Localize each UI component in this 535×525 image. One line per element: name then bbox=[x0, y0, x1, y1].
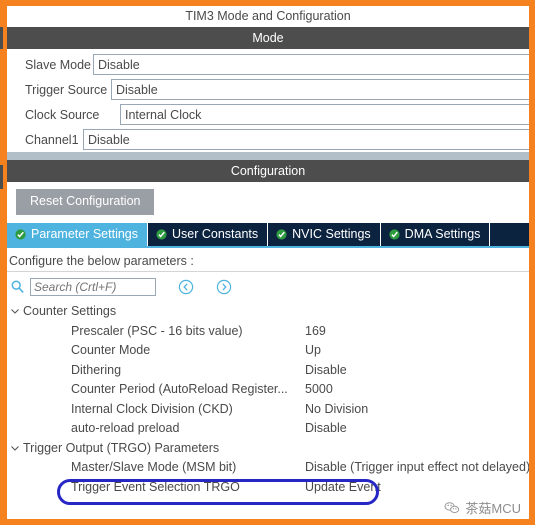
tree-group-trigger-output[interactable]: Trigger Output (TRGO) Parameters bbox=[7, 438, 529, 458]
configure-hint-label: Configure the below parameters : bbox=[7, 248, 529, 272]
trigger-source-combobox[interactable]: Disable bbox=[111, 79, 529, 100]
chevron-right-circle-icon[interactable] bbox=[216, 279, 232, 295]
section-divider-band bbox=[7, 152, 529, 160]
tree-item-counter-period-label: Counter Period (AutoReload Register... bbox=[71, 382, 288, 397]
tree-item-trigger-event-selection-label: Trigger Event Selection TRGO bbox=[71, 479, 240, 494]
tree-item-counter-mode-value[interactable]: Up bbox=[305, 343, 321, 357]
settings-tabbar: Parameter Settings User Constants NVIC Set… bbox=[7, 222, 529, 248]
slave-mode-label: Slave Mode bbox=[25, 57, 92, 72]
tree-item-auto-reload-preload-label: auto-reload preload bbox=[71, 421, 180, 436]
mode-row-channel1: Channel1 Disable bbox=[7, 127, 529, 152]
tree-group-counter-settings[interactable]: Counter Settings bbox=[7, 302, 529, 322]
tree-item-counter-period-value[interactable]: 5000 bbox=[305, 382, 333, 396]
chevron-down-icon[interactable] bbox=[7, 306, 23, 316]
mode-section-header: Mode bbox=[7, 27, 529, 49]
channel1-combobox[interactable]: Disable bbox=[83, 129, 529, 150]
tree-item-master-slave-mode-value[interactable]: Disable (Trigger input effect not delaye… bbox=[305, 460, 529, 474]
window-border-bottom bbox=[0, 519, 535, 525]
configuration-section-header: Configuration bbox=[7, 160, 529, 182]
search-input[interactable] bbox=[30, 277, 156, 296]
wechat-icon bbox=[444, 501, 460, 515]
tree-item-dithering-value[interactable]: Disable bbox=[305, 363, 347, 377]
clock-source-combobox[interactable]: Internal Clock bbox=[120, 104, 529, 125]
parameter-tree: Counter Settings Prescaler (PSC - 16 bits… bbox=[7, 300, 529, 497]
window-border-right bbox=[529, 0, 535, 525]
mode-section-body: Slave Mode Disable Trigger Source Disable Cl… bbox=[7, 49, 529, 152]
tree-item-counter-period[interactable]: Counter Period (AutoReload Register... 50… bbox=[7, 380, 529, 400]
trigger-source-label: Trigger Source bbox=[25, 82, 108, 97]
tab-user-constants[interactable]: User Constants bbox=[148, 222, 269, 246]
tree-item-dithering[interactable]: Dithering Disable bbox=[7, 360, 529, 380]
window-border-top bbox=[0, 0, 535, 6]
slave-mode-combobox[interactable]: Disable bbox=[93, 54, 529, 75]
tree-group-trigger-output-label: Trigger Output (TRGO) Parameters bbox=[23, 440, 220, 455]
watermark: 茶菇MCU bbox=[444, 498, 521, 517]
tab-dma-settings-label: DMA Settings bbox=[404, 227, 481, 241]
chevron-left-circle-icon[interactable] bbox=[178, 279, 194, 295]
clock-source-label: Clock Source bbox=[25, 107, 100, 122]
tree-item-clock-division-label: Internal Clock Division (CKD) bbox=[71, 401, 233, 416]
tab-nvic-settings-label: NVIC Settings bbox=[292, 227, 371, 241]
tab-nvic-settings[interactable]: NVIC Settings bbox=[268, 222, 381, 246]
check-circle-icon bbox=[15, 228, 26, 240]
tree-item-counter-mode[interactable]: Counter Mode Up bbox=[7, 341, 529, 361]
watermark-text: 茶菇MCU bbox=[465, 501, 521, 516]
check-circle-icon bbox=[276, 228, 287, 240]
tree-item-auto-reload-preload[interactable]: auto-reload preload Disable bbox=[7, 419, 529, 439]
panel-edge-marker-top bbox=[0, 27, 3, 49]
check-circle-icon bbox=[156, 228, 167, 240]
panel-edge-marker-middle bbox=[0, 165, 3, 189]
tree-item-dithering-label: Dithering bbox=[71, 362, 122, 377]
window-content: TIM3 Mode and Configuration Mode Slave M… bbox=[7, 6, 529, 519]
tab-dma-settings[interactable]: DMA Settings bbox=[380, 222, 491, 246]
reset-configuration-button[interactable]: Reset Configuration bbox=[16, 189, 155, 215]
tree-item-prescaler-value[interactable]: 169 bbox=[305, 324, 326, 338]
check-circle-icon bbox=[389, 228, 400, 240]
search-icon bbox=[11, 280, 24, 293]
tree-item-master-slave-mode-label: Master/Slave Mode (MSM bit) bbox=[71, 460, 237, 475]
chevron-down-icon[interactable] bbox=[7, 443, 23, 453]
mode-row-slave-mode: Slave Mode Disable bbox=[7, 52, 529, 77]
reset-button-area: Reset Configuration bbox=[7, 182, 529, 223]
tree-item-trigger-event-selection-value[interactable]: Update Event bbox=[305, 480, 381, 494]
tree-group-counter-settings-label: Counter Settings bbox=[23, 304, 117, 319]
tree-item-prescaler[interactable]: Prescaler (PSC - 16 bits value) 169 bbox=[7, 321, 529, 341]
window-border-left bbox=[0, 0, 7, 525]
mode-row-clock-source: Clock Source Internal Clock bbox=[7, 102, 529, 127]
tree-item-counter-mode-label: Counter Mode bbox=[71, 343, 151, 358]
tree-item-auto-reload-preload-value[interactable]: Disable bbox=[305, 421, 347, 435]
mode-row-trigger-source: Trigger Source Disable bbox=[7, 77, 529, 102]
tim3-configuration-window: TIM3 Mode and Configuration Mode Slave M… bbox=[0, 0, 535, 525]
window-title: TIM3 Mode and Configuration bbox=[7, 6, 529, 27]
tree-item-trigger-event-selection[interactable]: Trigger Event Selection TRGO Update Event bbox=[7, 477, 529, 497]
channel1-label: Channel1 bbox=[25, 132, 79, 147]
tab-user-constants-label: User Constants bbox=[172, 227, 259, 241]
tree-item-master-slave-mode[interactable]: Master/Slave Mode (MSM bit) Disable (Trig… bbox=[7, 458, 529, 478]
tree-item-prescaler-label: Prescaler (PSC - 16 bits value) bbox=[71, 323, 243, 338]
tree-item-clock-division[interactable]: Internal Clock Division (CKD) No Division bbox=[7, 399, 529, 419]
tree-item-clock-division-value[interactable]: No Division bbox=[305, 402, 368, 416]
tab-parameter-settings[interactable]: Parameter Settings bbox=[7, 222, 148, 246]
search-row bbox=[7, 274, 529, 300]
tab-parameter-settings-label: Parameter Settings bbox=[31, 227, 138, 241]
